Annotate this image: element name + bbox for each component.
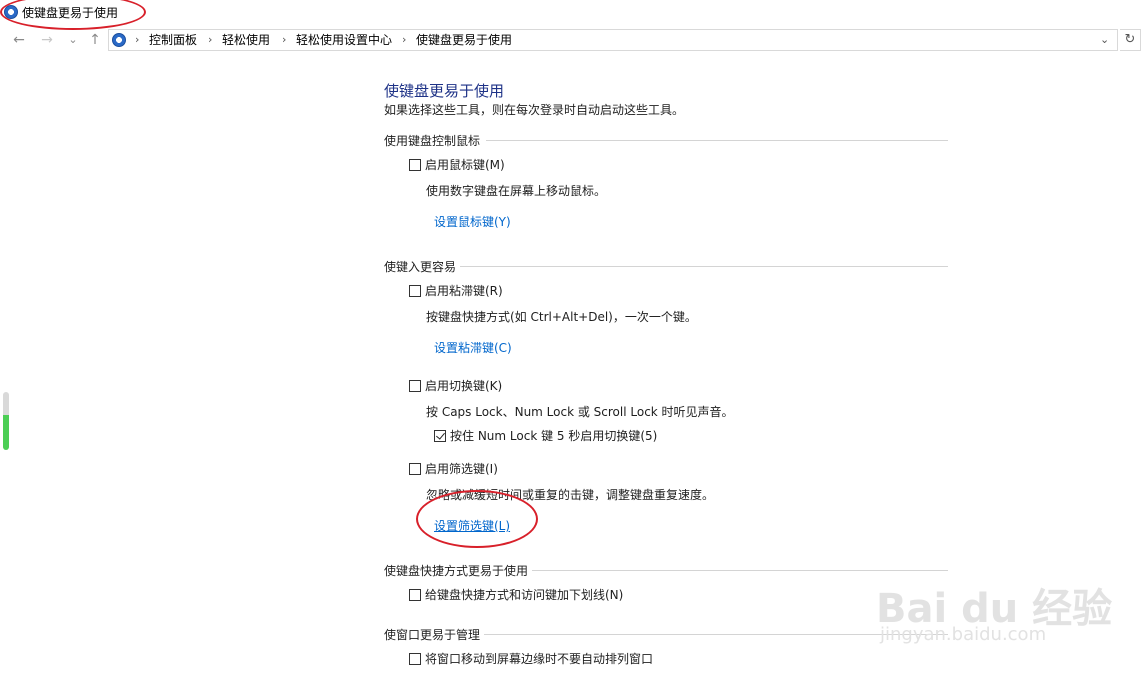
no-auto-arrange-label[interactable]: 将窗口移动到屏幕边缘时不要自动排列窗口	[425, 650, 653, 667]
no-auto-arrange-checkbox[interactable]	[409, 653, 421, 665]
filter-keys-label[interactable]: 启用筛选键(I)	[425, 460, 498, 477]
filter-keys-checkbox[interactable]	[409, 463, 421, 475]
section-title-mouse: 使用键盘控制鼠标	[384, 134, 481, 148]
sticky-keys-description: 按键盘快捷方式(如 Ctrl+Alt+Del)，一次一个键。	[426, 310, 697, 324]
back-button[interactable]: ←	[10, 30, 28, 50]
toggle-keys-description: 按 Caps Lock、Num Lock 或 Scroll Lock 时听见声音…	[426, 405, 734, 419]
section-divider	[532, 570, 948, 571]
toggle-keys-checkbox[interactable]	[409, 380, 421, 392]
control-panel-icon	[112, 33, 126, 47]
baidu-watermark-url: jingyan.baidu.com	[880, 624, 1047, 645]
setup-sticky-keys-link[interactable]: 设置粘滞键(C)	[434, 339, 512, 356]
recent-locations-button[interactable]: ⌄	[64, 30, 82, 50]
breadcrumb-ease-center[interactable]: 轻松使用设置中心	[296, 31, 392, 49]
annotation-ellipse-filter-link	[416, 490, 538, 548]
section-divider	[484, 634, 948, 635]
chevron-right-icon[interactable]: ›	[208, 31, 212, 49]
section-title-windows: 使窗口更易于管理	[384, 628, 481, 642]
sticky-keys-checkbox[interactable]	[409, 285, 421, 297]
underline-shortcuts-label[interactable]: 给键盘快捷方式和访问键加下划线(N)	[425, 586, 623, 603]
chevron-right-icon[interactable]: ›	[282, 31, 286, 49]
numlock-hold-label[interactable]: 按住 Num Lock 键 5 秒启用切换键(5)	[450, 427, 657, 444]
page-description: 如果选择这些工具，则在每次登录时自动启动这些工具。	[384, 103, 685, 117]
section-divider	[460, 266, 948, 267]
mouse-keys-label[interactable]: 启用鼠标键(M)	[425, 156, 505, 173]
setup-mouse-keys-link[interactable]: 设置鼠标键(Y)	[434, 213, 511, 230]
chevron-right-icon[interactable]: ›	[402, 31, 406, 49]
mouse-keys-checkbox[interactable]	[409, 159, 421, 171]
breadcrumb-current[interactable]: 使键盘更易于使用	[416, 31, 512, 49]
chevron-down-icon[interactable]: ⌄	[1100, 31, 1109, 49]
mouse-keys-description: 使用数字键盘在屏幕上移动鼠标。	[426, 184, 607, 198]
breadcrumb-control-panel[interactable]: 控制面板	[149, 31, 197, 49]
page-title: 使键盘更易于使用	[384, 82, 505, 100]
underline-shortcuts-checkbox[interactable]	[409, 589, 421, 601]
up-button[interactable]: ↑	[86, 30, 104, 50]
title-bar: 使键盘更易于使用	[0, 0, 1141, 26]
chevron-right-icon[interactable]: ›	[135, 31, 139, 49]
numlock-hold-checkbox[interactable]	[434, 430, 446, 442]
section-divider	[486, 140, 948, 141]
section-title-typing: 使键入更容易	[384, 260, 457, 274]
refresh-button[interactable]: ↻	[1120, 29, 1141, 51]
toggle-keys-label[interactable]: 启用切换键(K)	[425, 377, 502, 394]
scroll-indicator[interactable]	[3, 392, 9, 450]
forward-button[interactable]: →	[38, 30, 56, 50]
breadcrumb-ease-of-access[interactable]: 轻松使用	[222, 31, 270, 49]
sticky-keys-label[interactable]: 启用粘滞键(R)	[425, 282, 503, 299]
section-title-shortcuts: 使键盘快捷方式更易于使用	[384, 564, 529, 578]
